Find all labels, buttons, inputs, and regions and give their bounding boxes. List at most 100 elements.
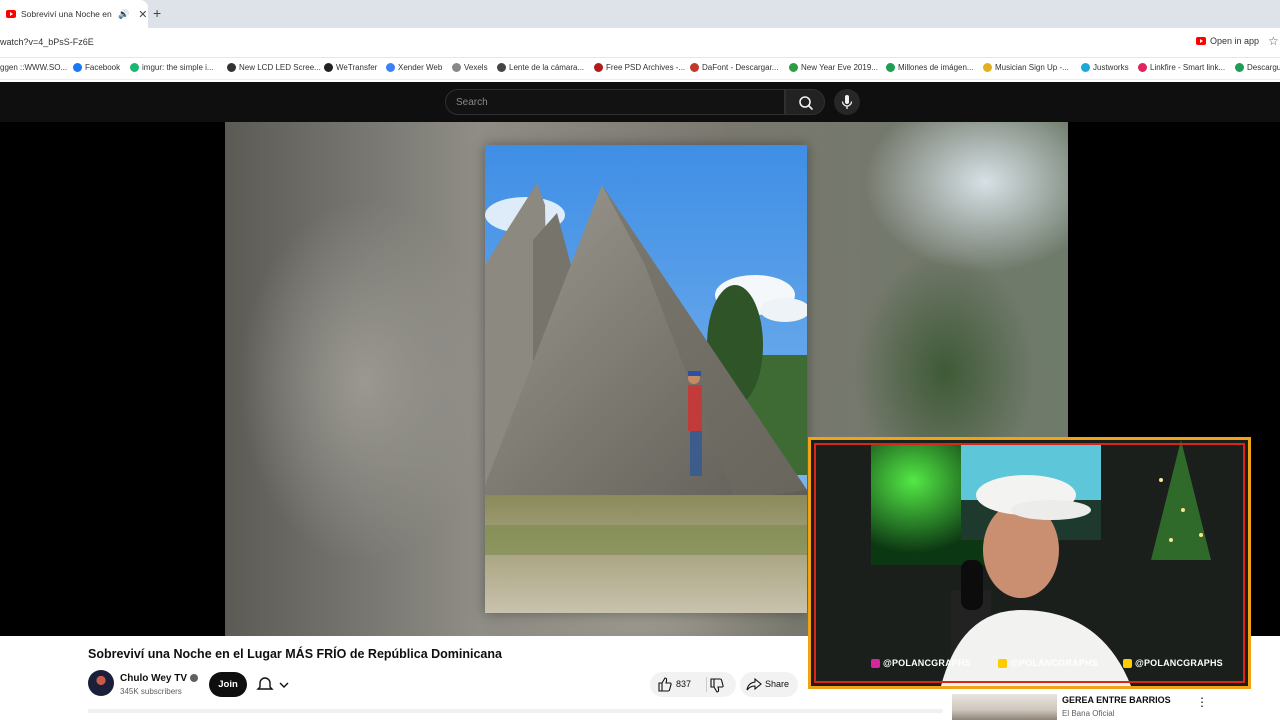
bookmark-item[interactable]: Vexels: [452, 63, 488, 72]
bookmark-item[interactable]: WeTransfer: [324, 63, 377, 72]
bookmark-label: Vexels: [464, 63, 488, 72]
bookmark-star-icon[interactable]: ☆: [1268, 34, 1279, 48]
bookmark-favicon-icon: [983, 63, 992, 72]
bookmark-item[interactable]: Facebook: [73, 63, 120, 72]
social-handle: @POLANCGRAPHS: [871, 658, 971, 668]
youtube-favicon-icon: [6, 10, 16, 18]
bookmark-label: New LCD LED Scree...: [239, 63, 321, 72]
subscriber-count: 345K subscribers: [120, 687, 182, 696]
bookmark-favicon-icon: [452, 63, 461, 72]
facebook-icon: [1123, 658, 1132, 668]
bookmark-item[interactable]: Lente de la cámara...: [497, 63, 584, 72]
channel-name-link[interactable]: Chulo Wey TV: [120, 673, 199, 684]
bookmark-favicon-icon: [690, 63, 699, 72]
bookmark-favicon-icon: [789, 63, 798, 72]
bookmark-label: Millones de imágen...: [898, 63, 974, 72]
join-button[interactable]: Join: [209, 672, 247, 697]
browser-tab-bar: Sobreviví una Noche en el L 🔊 ✕ +: [0, 0, 1280, 28]
streamer-cam-scene: [811, 440, 1248, 686]
bookmark-label: Free PSD Archives -...: [606, 63, 686, 72]
social-handle-text: @POLANCGRAPHS: [1010, 658, 1098, 668]
bookmark-favicon-icon: [227, 63, 236, 72]
microphone-icon: [841, 95, 853, 109]
like-dislike-group: 837: [650, 672, 736, 697]
social-handle-text: @POLANCGRAPHS: [883, 658, 971, 668]
bookmark-item[interactable]: Millones de imágen...: [886, 63, 974, 72]
youtube-app-icon: [1196, 37, 1206, 45]
tab-title: Sobreviví una Noche en el L: [21, 9, 113, 19]
like-count: 837: [676, 679, 692, 689]
address-bar: watch?v=4_bPsS-Fz6E Open in app ☆: [0, 28, 1280, 58]
bookmark-label: DaFont - Descargar...: [702, 63, 779, 72]
bookmark-label: Xender Web: [398, 63, 443, 72]
bookmark-favicon-icon: [73, 63, 82, 72]
bookmark-label: Linkfire - Smart link...: [1150, 63, 1226, 72]
bookmark-item[interactable]: Xender Web: [386, 63, 442, 72]
bookmark-label: ggen ::WWW.SO...: [0, 63, 68, 72]
bookmarks-bar: ggen ::WWW.SO... Facebook imgur: the simpl…: [0, 58, 1280, 80]
share-button[interactable]: Share: [740, 672, 798, 697]
bookmark-label: WeTransfer: [336, 63, 378, 72]
divider: [706, 677, 707, 692]
bookmark-favicon-icon: [594, 63, 603, 72]
bookmark-label: Justworks: [1093, 63, 1129, 72]
open-in-app-button[interactable]: Open in app: [1196, 36, 1259, 46]
social-handle-text: @POLANCGRAPHS: [1135, 658, 1223, 668]
social-handles-bar: @POLANCGRAPHS @POLANCGRAPHS @POLANCGRAPHS: [811, 654, 1248, 676]
voice-search-button[interactable]: [834, 89, 860, 115]
close-tab-icon[interactable]: ✕: [138, 8, 147, 21]
search-button[interactable]: [785, 89, 825, 115]
bookmark-favicon-icon: [386, 63, 395, 72]
pyramid-photo: [485, 145, 807, 613]
instagram-icon: [871, 658, 880, 668]
search-placeholder: Search: [456, 97, 488, 108]
social-handle: @POLANCGRAPHS: [1123, 658, 1223, 668]
recommended-thumbnail[interactable]: [952, 694, 1057, 720]
bookmark-favicon-icon: [497, 63, 506, 72]
bookmark-item[interactable]: imgur: the simple i...: [130, 63, 214, 72]
bookmark-favicon-icon: [1138, 63, 1147, 72]
notification-bell-button[interactable]: [256, 676, 292, 694]
bookmark-label: Musician Sign Up -...: [995, 63, 1069, 72]
bookmark-label: Descargu...: [1247, 63, 1280, 72]
channel-avatar[interactable]: [88, 670, 114, 696]
search-input[interactable]: Search: [445, 89, 785, 115]
bookmark-item[interactable]: Musician Sign Up -...: [983, 63, 1069, 72]
bookmark-favicon-icon: [130, 63, 139, 72]
bookmark-item[interactable]: Free PSD Archives -...: [594, 63, 685, 72]
bookmark-item[interactable]: Descargu...: [1235, 63, 1280, 72]
bookmark-item[interactable]: New Year Eve 2019...: [789, 63, 878, 72]
new-tab-icon[interactable]: +: [153, 5, 161, 21]
bookmark-item[interactable]: Justworks: [1081, 63, 1129, 72]
bookmark-item[interactable]: DaFont - Descargar...: [690, 63, 778, 72]
bookmark-label: Lente de la cámara...: [509, 63, 585, 72]
description-box-edge: [88, 709, 943, 713]
chevron-down-icon: [279, 682, 289, 688]
youtube-masthead: Search: [0, 82, 1280, 122]
url-field[interactable]: watch?v=4_bPsS-Fz6E: [0, 37, 94, 47]
youtube-icon: [998, 658, 1007, 668]
recommended-title[interactable]: GEREA ENTRE BARRIOS: [1062, 695, 1171, 705]
thumbs-down-icon[interactable]: [710, 678, 724, 693]
thumbs-up-icon[interactable]: [658, 677, 672, 692]
bookmark-favicon-icon: [1235, 63, 1244, 72]
more-options-icon[interactable]: ⋮: [1196, 695, 1208, 709]
bookmark-label: New Year Eve 2019...: [801, 63, 878, 72]
bookmark-favicon-icon: [886, 63, 895, 72]
webcam-overlay: @POLANCGRAPHS @POLANCGRAPHS @POLANCGRAPHS: [808, 437, 1251, 689]
browser-tab[interactable]: Sobreviví una Noche en el L 🔊 ✕: [0, 0, 148, 28]
bookmark-label: imgur: the simple i...: [142, 63, 214, 72]
recommended-channel: El Bana Oficial: [1062, 709, 1115, 718]
open-in-app-label: Open in app: [1210, 36, 1260, 46]
channel-name: Chulo Wey TV: [120, 673, 188, 684]
bookmark-item[interactable]: New LCD LED Scree...: [227, 63, 321, 72]
bell-icon: [256, 677, 274, 690]
pyramid-scene: [485, 145, 807, 613]
bookmark-item[interactable]: Linkfire - Smart link...: [1138, 63, 1225, 72]
bookmark-item[interactable]: ggen ::WWW.SO...: [0, 63, 67, 72]
share-label: Share: [765, 679, 790, 689]
speaker-icon[interactable]: 🔊: [118, 9, 129, 20]
share-icon: [746, 677, 762, 691]
verified-badge-icon: [190, 674, 199, 683]
bookmark-favicon-icon: [1081, 63, 1090, 72]
